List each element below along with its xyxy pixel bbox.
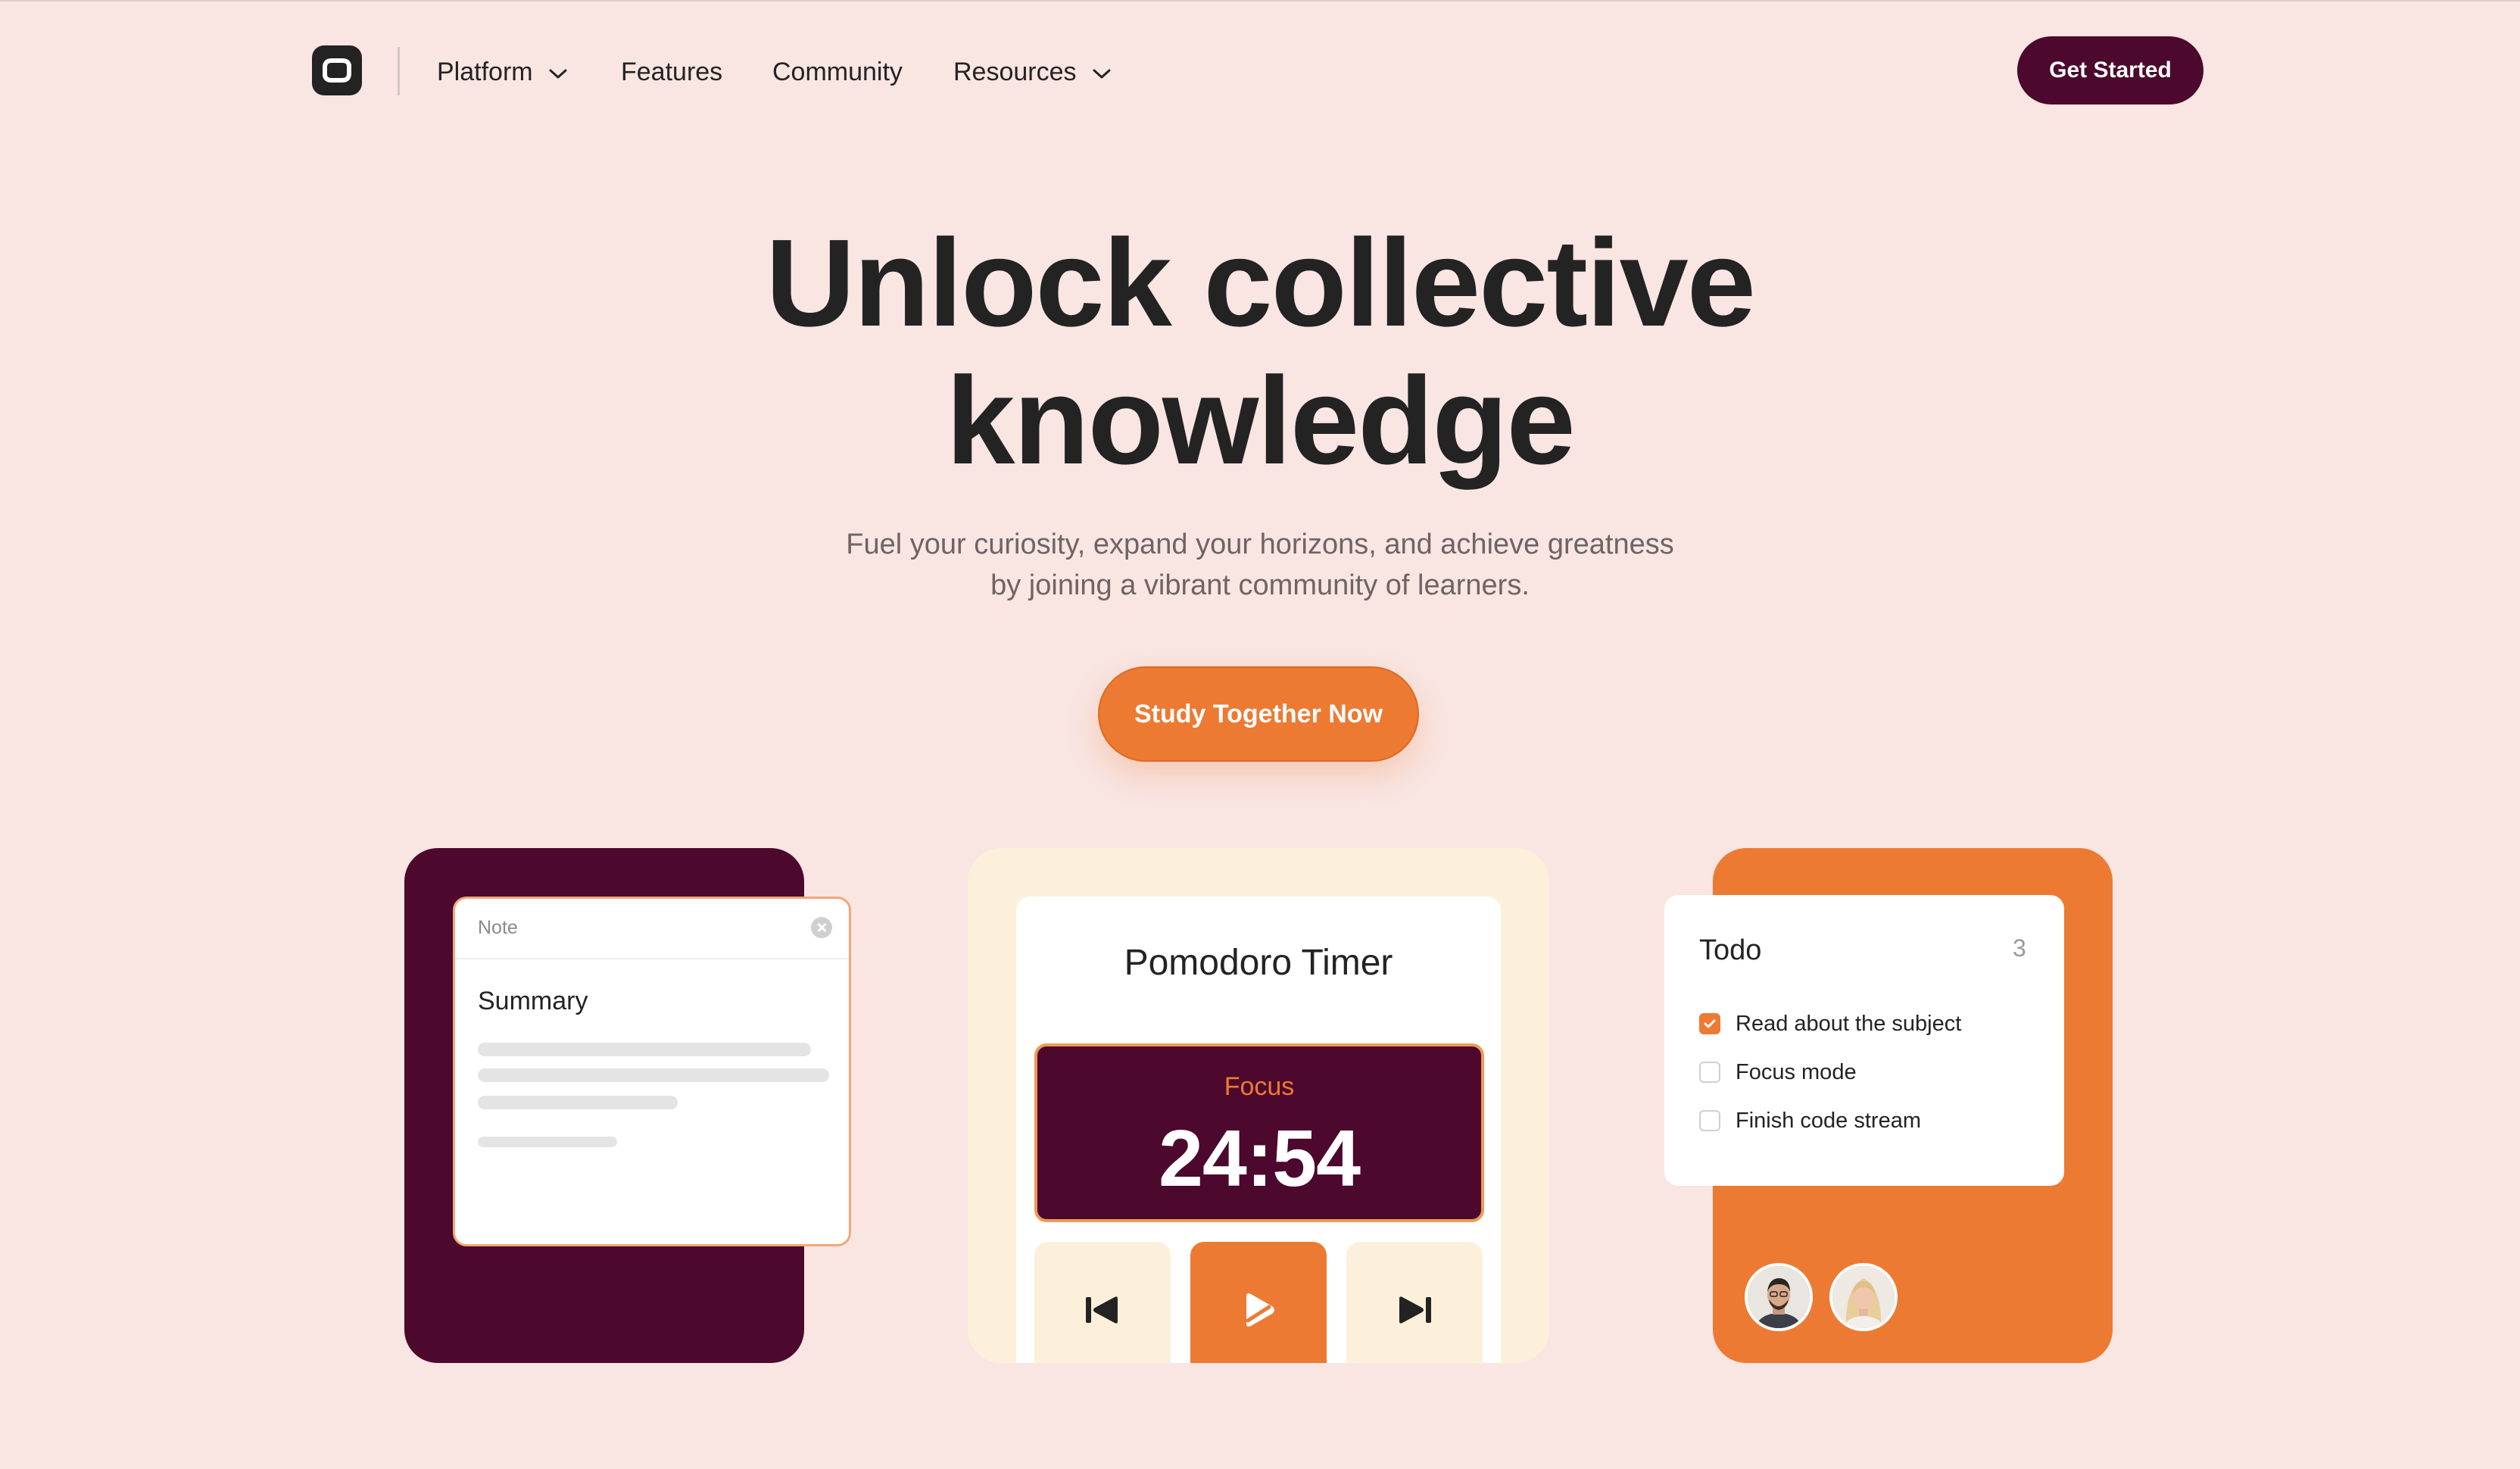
todo-item[interactable]: Focus mode xyxy=(1699,1057,1857,1087)
play-icon xyxy=(1246,1293,1274,1327)
nav-item-label: Resources xyxy=(953,57,1077,86)
chevron-down-icon xyxy=(1092,58,1112,87)
top-navigation: Platform Features Community Resources Ge… xyxy=(0,2,2520,142)
user-avatar-icon xyxy=(1832,1266,1895,1328)
todo-item-label: Finish code stream xyxy=(1736,1108,1921,1133)
todo-item[interactable]: Read about the subject xyxy=(1699,1009,1961,1039)
chevron-down-icon xyxy=(548,58,568,87)
note-header-label: Note xyxy=(478,917,518,938)
next-button[interactable] xyxy=(1346,1242,1483,1363)
checkbox-unchecked[interactable] xyxy=(1699,1062,1720,1083)
todo-title: Todo xyxy=(1699,934,1762,966)
hero-title-line-2: knowledge xyxy=(946,351,1575,490)
todo-item-label: Focus mode xyxy=(1736,1059,1857,1084)
todo-count-badge: 3 xyxy=(2013,934,2026,962)
checkbox-checked[interactable] xyxy=(1699,1013,1720,1034)
study-together-button[interactable]: Study Together Now xyxy=(1098,666,1419,762)
placeholder-line xyxy=(478,1137,617,1147)
play-button[interactable] xyxy=(1190,1242,1327,1363)
check-icon xyxy=(1704,1019,1716,1028)
note-header: Note xyxy=(455,899,849,959)
placeholder-line xyxy=(478,1068,829,1082)
placeholder-line xyxy=(478,1096,678,1109)
timer-countdown: 24:54 xyxy=(1158,1114,1361,1203)
previous-icon xyxy=(1086,1296,1118,1324)
hero-subtitle-line-2: by joining a vibrant community of learne… xyxy=(990,569,1530,601)
avatar xyxy=(1829,1263,1898,1331)
todo-panel: Todo 3 Read about the subject Focus mode… xyxy=(1664,895,2064,1186)
checkbox-unchecked[interactable] xyxy=(1699,1110,1720,1131)
logo-icon[interactable] xyxy=(312,45,362,95)
hero-subtitle-line-1: Fuel your curiosity, expand your horizon… xyxy=(846,529,1674,560)
todo-item[interactable]: Finish code stream xyxy=(1699,1106,1921,1136)
hero-title-line-1: Unlock collective xyxy=(766,214,1756,352)
pomodoro-card: Pomodoro Timer Focus 24:54 xyxy=(968,848,1549,1363)
nav-item-label: Community xyxy=(772,57,903,86)
close-icon[interactable] xyxy=(811,917,832,938)
placeholder-line xyxy=(478,1043,811,1056)
nav-item-platform[interactable]: Platform xyxy=(437,55,568,89)
note-window: Note Summary xyxy=(453,897,851,1246)
timer-display: Focus 24:54 xyxy=(1034,1043,1484,1222)
nav-item-resources[interactable]: Resources xyxy=(953,55,1112,89)
note-title: Summary xyxy=(478,987,588,1015)
avatar xyxy=(1745,1263,1813,1331)
nav-item-label: Platform xyxy=(437,57,533,86)
previous-button[interactable] xyxy=(1034,1242,1171,1363)
nav-item-features[interactable]: Features xyxy=(621,55,722,89)
nav-divider xyxy=(398,47,400,95)
get-started-button[interactable]: Get Started xyxy=(2017,36,2203,104)
user-avatar-icon xyxy=(1748,1266,1810,1328)
timer-mode-label: Focus xyxy=(1224,1072,1295,1101)
next-icon xyxy=(1399,1296,1431,1324)
pomodoro-panel: Pomodoro Timer Focus 24:54 xyxy=(1016,897,1501,1363)
nav-item-community[interactable]: Community xyxy=(772,55,903,89)
nav-item-label: Features xyxy=(621,57,723,86)
pomodoro-title: Pomodoro Timer xyxy=(1124,943,1393,983)
todo-item-label: Read about the subject xyxy=(1736,1011,1962,1036)
